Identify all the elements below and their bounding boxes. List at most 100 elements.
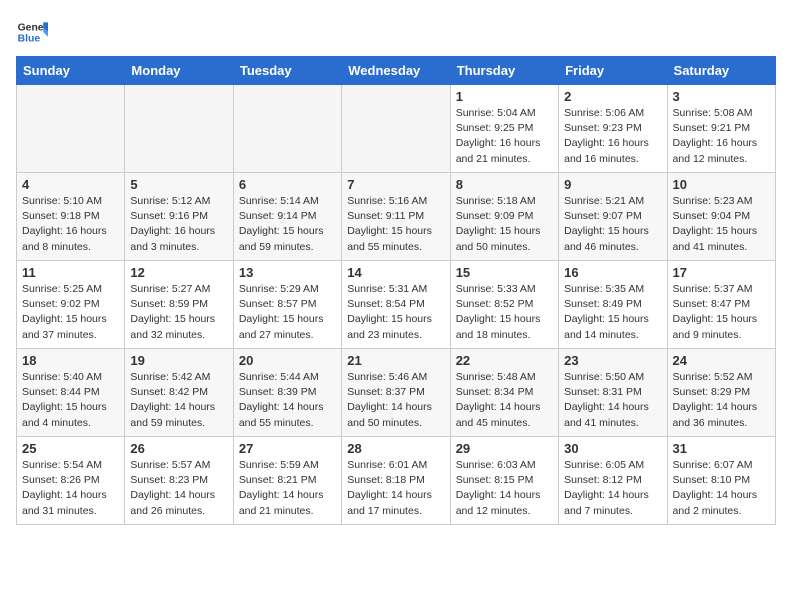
calendar-cell: 6 Sunrise: 5:14 AM Sunset: 9:14 PM Daylig… [233,173,341,261]
calendar-cell: 15 Sunrise: 5:33 AM Sunset: 8:52 PM Dayli… [450,261,558,349]
calendar-cell: 8Sunrise: 5:18 AM Sunset: 9:09 PM Daylig… [450,173,558,261]
day-number: 7 [347,177,444,192]
week-row-4: 18 Sunrise: 5:40 AM Sunset: 8:44 PM Dayli… [17,349,776,437]
day-info: Sunrise: 5:44 AM Sunset: 8:39 PM Dayligh… [239,370,336,431]
day-info: Sunrise: 5:16 AM Sunset: 9:11 PM Dayligh… [347,194,444,255]
calendar-cell: 1 Sunrise: 5:04 AM Sunset: 9:25 PM Daylig… [450,85,558,173]
day-number: 28 [347,441,444,456]
day-number: 3 [673,89,770,104]
day-number: 4 [22,177,119,192]
day-info: Sunrise: 6:05 AM Sunset: 8:12 PM Dayligh… [564,458,661,519]
calendar-cell: 27 Sunrise: 5:59 AM Sunset: 8:21 PM Dayli… [233,437,341,525]
day-number: 27 [239,441,336,456]
calendar-cell [342,85,450,173]
day-number: 31 [673,441,770,456]
calendar-cell: 3 Sunrise: 5:08 AM Sunset: 9:21 PM Daylig… [667,85,775,173]
calendar-cell: 28 Sunrise: 6:01 AM Sunset: 8:18 PM Dayli… [342,437,450,525]
day-info: Sunrise: 5:35 AM Sunset: 8:49 PM Dayligh… [564,282,661,343]
calendar-cell: 10 Sunrise: 5:23 AM Sunset: 9:04 PM Dayli… [667,173,775,261]
calendar-cell: 14 Sunrise: 5:31 AM Sunset: 8:54 PM Dayli… [342,261,450,349]
calendar-cell: 20 Sunrise: 5:44 AM Sunset: 8:39 PM Dayli… [233,349,341,437]
calendar-cell: 31 Sunrise: 6:07 AM Sunset: 8:10 PM Dayli… [667,437,775,525]
calendar-cell: 21 Sunrise: 5:46 AM Sunset: 8:37 PM Dayli… [342,349,450,437]
day-info: Sunrise: 5:27 AM Sunset: 8:59 PM Dayligh… [130,282,227,343]
calendar-cell: 13 Sunrise: 5:29 AM Sunset: 8:57 PM Dayli… [233,261,341,349]
weekday-header-friday: Friday [559,57,667,85]
calendar-cell: 18 Sunrise: 5:40 AM Sunset: 8:44 PM Dayli… [17,349,125,437]
day-info: Sunrise: 5:40 AM Sunset: 8:44 PM Dayligh… [22,370,119,431]
header: General Blue [16,16,776,48]
day-number: 17 [673,265,770,280]
day-number: 26 [130,441,227,456]
day-number: 20 [239,353,336,368]
day-info: Sunrise: 6:07 AM Sunset: 8:10 PM Dayligh… [673,458,770,519]
day-info: Sunrise: 5:12 AM Sunset: 9:16 PM Dayligh… [130,194,227,255]
week-row-2: 4 Sunrise: 5:10 AM Sunset: 9:18 PM Daylig… [17,173,776,261]
calendar-cell: 25Sunrise: 5:54 AM Sunset: 8:26 PM Dayli… [17,437,125,525]
day-info: Sunrise: 5:08 AM Sunset: 9:21 PM Dayligh… [673,106,770,167]
day-number: 18 [22,353,119,368]
day-number: 22 [456,353,553,368]
calendar-cell: 16 Sunrise: 5:35 AM Sunset: 8:49 PM Dayli… [559,261,667,349]
day-number: 19 [130,353,227,368]
weekday-header-tuesday: Tuesday [233,57,341,85]
day-info: Sunrise: 5:33 AM Sunset: 8:52 PM Dayligh… [456,282,553,343]
week-row-3: 11 Sunrise: 5:25 AM Sunset: 9:02 PM Dayli… [17,261,776,349]
day-number: 14 [347,265,444,280]
day-number: 24 [673,353,770,368]
calendar-cell: 22 Sunrise: 5:48 AM Sunset: 8:34 PM Dayli… [450,349,558,437]
day-info: Sunrise: 5:42 AM Sunset: 8:42 PM Dayligh… [130,370,227,431]
calendar-cell: 5 Sunrise: 5:12 AM Sunset: 9:16 PM Daylig… [125,173,233,261]
day-info: Sunrise: 5:06 AM Sunset: 9:23 PM Dayligh… [564,106,661,167]
calendar-cell: 9 Sunrise: 5:21 AM Sunset: 9:07 PM Daylig… [559,173,667,261]
calendar-cell: 26 Sunrise: 5:57 AM Sunset: 8:23 PM Dayli… [125,437,233,525]
day-info: Sunrise: 6:01 AM Sunset: 8:18 PM Dayligh… [347,458,444,519]
day-info: Sunrise: 5:31 AM Sunset: 8:54 PM Dayligh… [347,282,444,343]
calendar-cell: 2 Sunrise: 5:06 AM Sunset: 9:23 PM Daylig… [559,85,667,173]
calendar-cell: 23 Sunrise: 5:50 AM Sunset: 8:31 PM Dayli… [559,349,667,437]
svg-text:Blue: Blue [18,34,41,45]
logo: General Blue [16,16,48,48]
day-number: 21 [347,353,444,368]
day-info: Sunrise: 5:57 AM Sunset: 8:23 PM Dayligh… [130,458,227,519]
week-row-1: 1 Sunrise: 5:04 AM Sunset: 9:25 PM Daylig… [17,85,776,173]
day-info: Sunrise: 5:52 AM Sunset: 8:29 PM Dayligh… [673,370,770,431]
calendar-cell: 30 Sunrise: 6:05 AM Sunset: 8:12 PM Dayli… [559,437,667,525]
day-number: 6 [239,177,336,192]
calendar-cell: 19 Sunrise: 5:42 AM Sunset: 8:42 PM Dayli… [125,349,233,437]
day-info: Sunrise: 5:59 AM Sunset: 8:21 PM Dayligh… [239,458,336,519]
day-number: 10 [673,177,770,192]
calendar-cell: 24 Sunrise: 5:52 AM Sunset: 8:29 PM Dayli… [667,349,775,437]
day-info: Sunrise: 6:03 AM Sunset: 8:15 PM Dayligh… [456,458,553,519]
weekday-header-wednesday: Wednesday [342,57,450,85]
day-number: 8 [456,177,553,192]
day-info: Sunrise: 5:46 AM Sunset: 8:37 PM Dayligh… [347,370,444,431]
day-info: Sunrise: 5:48 AM Sunset: 8:34 PM Dayligh… [456,370,553,431]
calendar-cell: 17Sunrise: 5:37 AM Sunset: 8:47 PM Dayli… [667,261,775,349]
day-number: 1 [456,89,553,104]
day-info: Sunrise: 5:29 AM Sunset: 8:57 PM Dayligh… [239,282,336,343]
calendar-cell [17,85,125,173]
weekday-header-row: SundayMondayTuesdayWednesdayThursdayFrid… [17,57,776,85]
day-info: Sunrise: 5:21 AM Sunset: 9:07 PM Dayligh… [564,194,661,255]
calendar-table: SundayMondayTuesdayWednesdayThursdayFrid… [16,56,776,525]
day-number: 16 [564,265,661,280]
calendar-cell: 29Sunrise: 6:03 AM Sunset: 8:15 PM Dayli… [450,437,558,525]
day-number: 25 [22,441,119,456]
day-info: Sunrise: 5:25 AM Sunset: 9:02 PM Dayligh… [22,282,119,343]
day-number: 15 [456,265,553,280]
day-number: 2 [564,89,661,104]
day-info: Sunrise: 5:14 AM Sunset: 9:14 PM Dayligh… [239,194,336,255]
day-number: 13 [239,265,336,280]
day-info: Sunrise: 5:23 AM Sunset: 9:04 PM Dayligh… [673,194,770,255]
day-number: 11 [22,265,119,280]
day-number: 30 [564,441,661,456]
day-number: 5 [130,177,227,192]
weekday-header-sunday: Sunday [17,57,125,85]
calendar-cell: 7 Sunrise: 5:16 AM Sunset: 9:11 PM Daylig… [342,173,450,261]
day-info: Sunrise: 5:10 AM Sunset: 9:18 PM Dayligh… [22,194,119,255]
day-info: Sunrise: 5:50 AM Sunset: 8:31 PM Dayligh… [564,370,661,431]
day-number: 9 [564,177,661,192]
day-number: 23 [564,353,661,368]
day-info: Sunrise: 5:04 AM Sunset: 9:25 PM Dayligh… [456,106,553,167]
